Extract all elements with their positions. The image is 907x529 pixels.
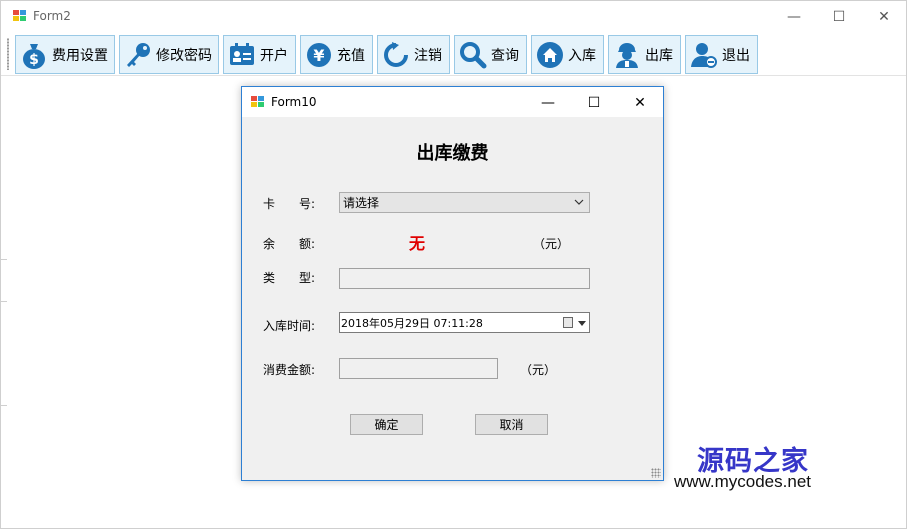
main-window-title: Form2 bbox=[33, 9, 71, 23]
card-number-select[interactable]: 请选择 bbox=[339, 192, 590, 213]
minimize-button[interactable]: — bbox=[771, 1, 817, 32]
mdi-edge bbox=[1, 259, 7, 260]
checkout-dialog: Form10 — ☐ ✕ 出库缴费 卡 号: 请选择 余 额: 无 （元） 类 … bbox=[241, 86, 664, 481]
mdi-edge bbox=[1, 301, 7, 302]
query-button[interactable]: 查询 bbox=[454, 35, 527, 74]
dialog-titlebar[interactable]: Form10 — ☐ ✕ bbox=[242, 87, 663, 117]
type-field[interactable] bbox=[339, 268, 590, 289]
check-in-time-label: 入库时间: bbox=[263, 319, 316, 333]
toolbar-button-label: 修改密码 bbox=[156, 47, 212, 64]
cancel-button[interactable]: 取消 bbox=[475, 414, 548, 435]
refresh-icon bbox=[382, 41, 410, 69]
toolbar-button-label: 入库 bbox=[568, 47, 596, 64]
change-password-button[interactable]: 修改密码 bbox=[119, 35, 219, 74]
dropdown-arrow-icon[interactable] bbox=[578, 321, 586, 326]
svg-text:$: $ bbox=[29, 52, 39, 68]
calendar-icon[interactable] bbox=[563, 317, 573, 328]
toolbar-button-label: 开户 bbox=[260, 47, 288, 64]
check-in-time-value: 2018年05月29日 07:11:28 bbox=[341, 316, 483, 330]
exit-button[interactable]: 退出 bbox=[685, 35, 758, 74]
card-number-label: 卡 号: bbox=[263, 197, 316, 211]
chevron-down-icon bbox=[574, 199, 584, 205]
consumption-amount-label: 消费金额: bbox=[263, 363, 316, 377]
amount-unit: （元） bbox=[520, 363, 557, 377]
app-icon bbox=[13, 10, 27, 22]
key-icon bbox=[124, 41, 152, 69]
check-out-button[interactable]: 出库 bbox=[608, 35, 681, 74]
maximize-button[interactable]: ☐ bbox=[816, 1, 862, 32]
toolbar-button-label: 退出 bbox=[722, 47, 750, 64]
dialog-minimize-button[interactable]: — bbox=[525, 87, 571, 118]
toolbar-button-label: 查询 bbox=[491, 47, 519, 64]
magnifier-icon bbox=[459, 41, 487, 69]
money-bag-icon: $ bbox=[20, 41, 48, 69]
yen-coin-icon: ¥ bbox=[305, 41, 333, 69]
check-in-time-picker[interactable]: 2018年05月29日 07:11:28 bbox=[339, 312, 590, 333]
dialog-close-button[interactable]: ✕ bbox=[617, 87, 663, 118]
type-label: 类 型: bbox=[263, 271, 316, 285]
close-button[interactable]: ✕ bbox=[861, 1, 907, 32]
toolbar-button-label: 费用设置 bbox=[52, 47, 108, 64]
user-remove-icon bbox=[690, 41, 718, 69]
dialog-app-icon bbox=[251, 96, 265, 108]
resize-grip[interactable] bbox=[651, 468, 661, 478]
cancel-account-button[interactable]: 注销 bbox=[377, 35, 450, 74]
watermark-url: www.mycodes.net bbox=[674, 472, 811, 491]
dialog-maximize-button[interactable]: ☐ bbox=[571, 87, 617, 118]
main-titlebar[interactable]: Form2 — ☐ ✕ bbox=[1, 1, 906, 32]
toolbar-button-label: 出库 bbox=[645, 47, 673, 64]
card-number-value: 请选择 bbox=[343, 196, 380, 210]
mdi-edge bbox=[1, 405, 7, 406]
dialog-title: Form10 bbox=[271, 95, 317, 109]
consumption-amount-field[interactable] bbox=[339, 358, 498, 379]
dialog-heading: 出库缴费 bbox=[416, 143, 489, 164]
main-toolbar: $ 费用设置 修改密码 开户 ¥ 充值 注销 查询 入库 出库 退出 bbox=[1, 32, 906, 76]
worker-icon bbox=[613, 41, 641, 69]
fee-settings-button[interactable]: $ 费用设置 bbox=[15, 35, 115, 74]
toolbar-button-label: 注销 bbox=[414, 47, 442, 64]
confirm-button[interactable]: 确定 bbox=[350, 414, 423, 435]
open-account-button[interactable]: 开户 bbox=[223, 35, 296, 74]
balance-label: 余 额: bbox=[263, 237, 316, 251]
balance-unit: （元） bbox=[533, 237, 570, 251]
svg-text:¥: ¥ bbox=[313, 46, 324, 65]
toolbar-grip[interactable] bbox=[7, 38, 9, 70]
toolbar-button-label: 充值 bbox=[337, 47, 365, 64]
recharge-button[interactable]: ¥ 充值 bbox=[300, 35, 373, 74]
balance-value: 无 bbox=[409, 234, 426, 253]
id-card-icon bbox=[228, 41, 256, 69]
home-icon bbox=[536, 41, 564, 69]
check-in-button[interactable]: 入库 bbox=[531, 35, 604, 74]
